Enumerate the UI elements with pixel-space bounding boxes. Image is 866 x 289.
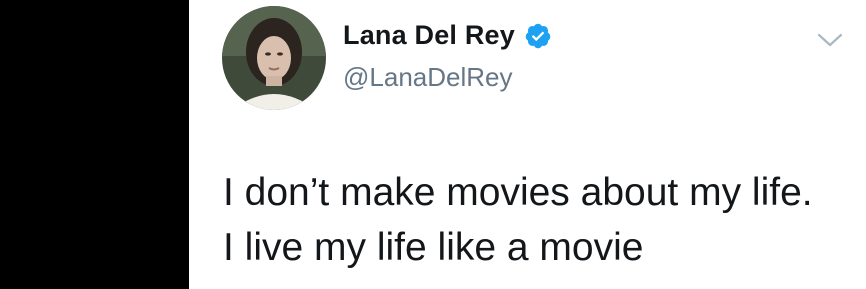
- tweet-body: I don’t make movies about my life. I liv…: [223, 165, 863, 275]
- tweet-text-line-1: I don’t make movies about my life.: [223, 171, 813, 214]
- author-name-row: Lana Del Rey: [343, 20, 552, 51]
- user-handle[interactable]: @LanaDelRey: [343, 62, 512, 93]
- avatar[interactable]: [222, 6, 326, 110]
- display-name[interactable]: Lana Del Rey: [343, 20, 515, 51]
- left-black-margin: [0, 0, 189, 289]
- tweet-text-line-2: I live my life like a movie: [223, 226, 644, 269]
- chevron-down-icon[interactable]: [816, 30, 844, 50]
- verified-badge-icon: [524, 22, 552, 50]
- profile-photo-icon: [222, 6, 326, 110]
- tweet-card: Lana Del Rey @LanaDelRey I don’t make mo…: [189, 0, 866, 289]
